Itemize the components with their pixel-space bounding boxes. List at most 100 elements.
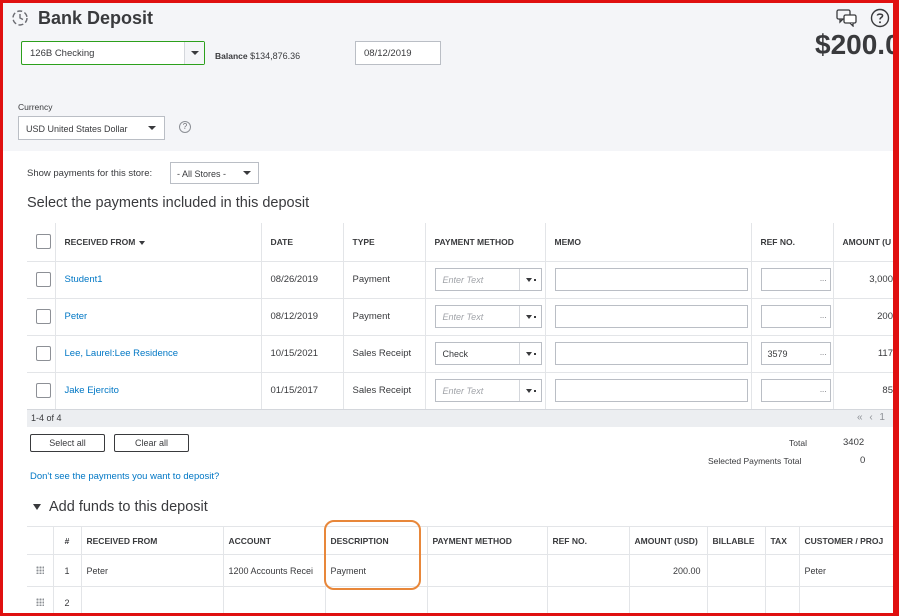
date-cell: 10/15/2021	[261, 335, 344, 373]
customer-cell[interactable]: Peter	[799, 554, 893, 587]
chevron-down-icon	[148, 126, 156, 130]
currency-label: Currency	[18, 102, 53, 112]
received-from-link[interactable]: Student1	[55, 261, 262, 299]
tax-cell[interactable]	[765, 554, 800, 587]
received-from-link[interactable]: Jake Ejercito	[55, 372, 262, 410]
tax-cell[interactable]	[765, 586, 800, 616]
payment-method-placeholder: Enter Text	[442, 312, 484, 322]
deposit-date-input[interactable]: 08/12/2019	[355, 41, 441, 65]
account-select[interactable]: 126B Checking	[21, 41, 205, 65]
table-row[interactable]: Lee, Laurel:Lee Residence 10/15/2021 Sal…	[27, 335, 893, 373]
ref-no-input[interactable]: ...	[760, 305, 831, 328]
payment-method-placeholder: Enter Text	[442, 275, 484, 285]
amount-cell: 200	[833, 298, 893, 336]
payment-method-value: Check	[442, 349, 469, 359]
account-cell[interactable]	[223, 586, 326, 616]
funds-section-title: Add funds to this deposit	[49, 499, 208, 515]
balance-value: $134,876.36	[250, 51, 301, 61]
ref-no-input[interactable]: ...	[760, 379, 831, 402]
drag-handle-icon[interactable]	[35, 597, 44, 606]
payment-method-cell[interactable]	[427, 554, 548, 587]
chevron-down-icon[interactable]	[518, 380, 541, 401]
table-row[interactable]: 2	[27, 586, 893, 616]
payment-method-select[interactable]: Check	[434, 342, 542, 365]
amount-cell[interactable]	[629, 586, 708, 616]
col-tax: TAX	[765, 526, 800, 555]
memo-input[interactable]	[554, 268, 748, 291]
store-filter-value: - All Stores -	[177, 169, 227, 179]
row-checkbox[interactable]	[36, 346, 51, 361]
col-payment-method: PAYMENT METHOD	[427, 526, 548, 555]
clear-all-button[interactable]: Clear all	[114, 434, 189, 452]
billable-cell[interactable]	[707, 586, 766, 616]
total-value: 3402	[843, 437, 865, 448]
store-filter-label: Show payments for this store:	[27, 168, 153, 179]
table-row[interactable]: Peter 08/12/2019 Payment Enter Text ... …	[27, 298, 893, 336]
select-all-button[interactable]: Select all	[30, 434, 105, 452]
drag-handle-icon[interactable]	[35, 565, 44, 574]
memo-input[interactable]	[554, 379, 748, 402]
pagination-bar: 1-4 of 4 « ‹ 1	[27, 409, 893, 427]
account-dropdown-button[interactable]	[184, 42, 204, 64]
chevron-down-icon[interactable]	[518, 269, 541, 290]
funds-section-toggle[interactable]: Add funds to this deposit	[33, 499, 208, 515]
currency-help-icon[interactable]: ?	[179, 121, 191, 133]
billable-cell[interactable]	[707, 554, 766, 587]
chevron-down-icon[interactable]	[518, 343, 541, 364]
total-label: Total	[789, 438, 807, 448]
payment-method-select[interactable]: Enter Text	[434, 305, 542, 328]
col-memo[interactable]: MEMO	[545, 223, 752, 262]
payments-section-title: Select the payments included in this dep…	[27, 195, 310, 211]
col-type[interactable]: TYPE	[343, 223, 426, 262]
currency-select[interactable]: USD United States Dollar	[18, 116, 165, 140]
col-received-from: RECEIVED FROM	[81, 526, 224, 555]
store-filter-select[interactable]: - All Stores -	[170, 162, 259, 184]
received-from-link[interactable]: Lee, Laurel:Lee Residence	[55, 335, 262, 373]
balance-label: Balance	[215, 51, 248, 61]
col-ref-no: REF NO.	[547, 526, 630, 555]
recurring-clock-icon[interactable]	[11, 9, 29, 27]
col-amount[interactable]: AMOUNT (U	[833, 223, 893, 262]
payment-method-placeholder: Enter Text	[442, 386, 484, 396]
selected-total-value: 0	[860, 455, 866, 466]
ref-no-input[interactable]: 3579...	[760, 342, 831, 365]
memo-input[interactable]	[554, 342, 748, 365]
table-row[interactable]: Jake Ejercito 01/15/2017 Sales Receipt E…	[27, 372, 893, 410]
chat-feedback-icon[interactable]	[836, 9, 858, 27]
customer-cell[interactable]	[799, 586, 893, 616]
memo-input[interactable]	[554, 305, 748, 328]
currency-select-value: USD United States Dollar	[26, 124, 128, 134]
col-payment-method[interactable]: PAYMENT METHOD	[425, 223, 546, 262]
ref-no-cell[interactable]	[547, 554, 630, 587]
col-account: ACCOUNT	[223, 526, 326, 555]
pagination-nav[interactable]: « ‹ 1	[857, 412, 887, 423]
type-cell: Payment	[343, 298, 426, 336]
payment-method-cell[interactable]	[427, 586, 548, 616]
ref-no-cell[interactable]	[547, 586, 630, 616]
received-from-cell[interactable]: Peter	[81, 554, 224, 587]
col-received-from[interactable]: RECEIVED FROM	[55, 223, 262, 262]
row-checkbox[interactable]	[36, 309, 51, 324]
account-cell[interactable]: 1200 Accounts Recei	[223, 554, 326, 587]
row-checkbox[interactable]	[36, 383, 51, 398]
table-row[interactable]: Student1 08/26/2019 Payment Enter Text .…	[27, 261, 893, 299]
help-circle-icon[interactable]	[870, 8, 890, 28]
select-all-checkbox[interactable]	[36, 234, 51, 250]
payment-method-select[interactable]: Enter Text	[434, 268, 542, 291]
col-ref-no[interactable]: REF NO.	[751, 223, 834, 262]
type-cell: Payment	[343, 261, 426, 299]
account-select-value: 126B Checking	[30, 48, 95, 59]
col-date[interactable]: DATE	[261, 223, 344, 262]
header-actions	[836, 8, 890, 28]
table-row[interactable]: 1 Peter 1200 Accounts Recei Payment 200.…	[27, 554, 893, 587]
payment-method-select[interactable]: Enter Text	[434, 379, 542, 402]
date-cell: 08/12/2019	[261, 298, 344, 336]
description-cell[interactable]	[325, 586, 428, 616]
chevron-down-icon[interactable]	[518, 306, 541, 327]
ref-no-input[interactable]: ...	[760, 268, 831, 291]
missing-payments-link[interactable]: Don't see the payments you want to depos…	[30, 471, 219, 482]
received-from-cell[interactable]	[81, 586, 224, 616]
received-from-link[interactable]: Peter	[55, 298, 262, 336]
row-checkbox[interactable]	[36, 272, 51, 287]
amount-cell[interactable]: 200.00	[629, 554, 708, 587]
